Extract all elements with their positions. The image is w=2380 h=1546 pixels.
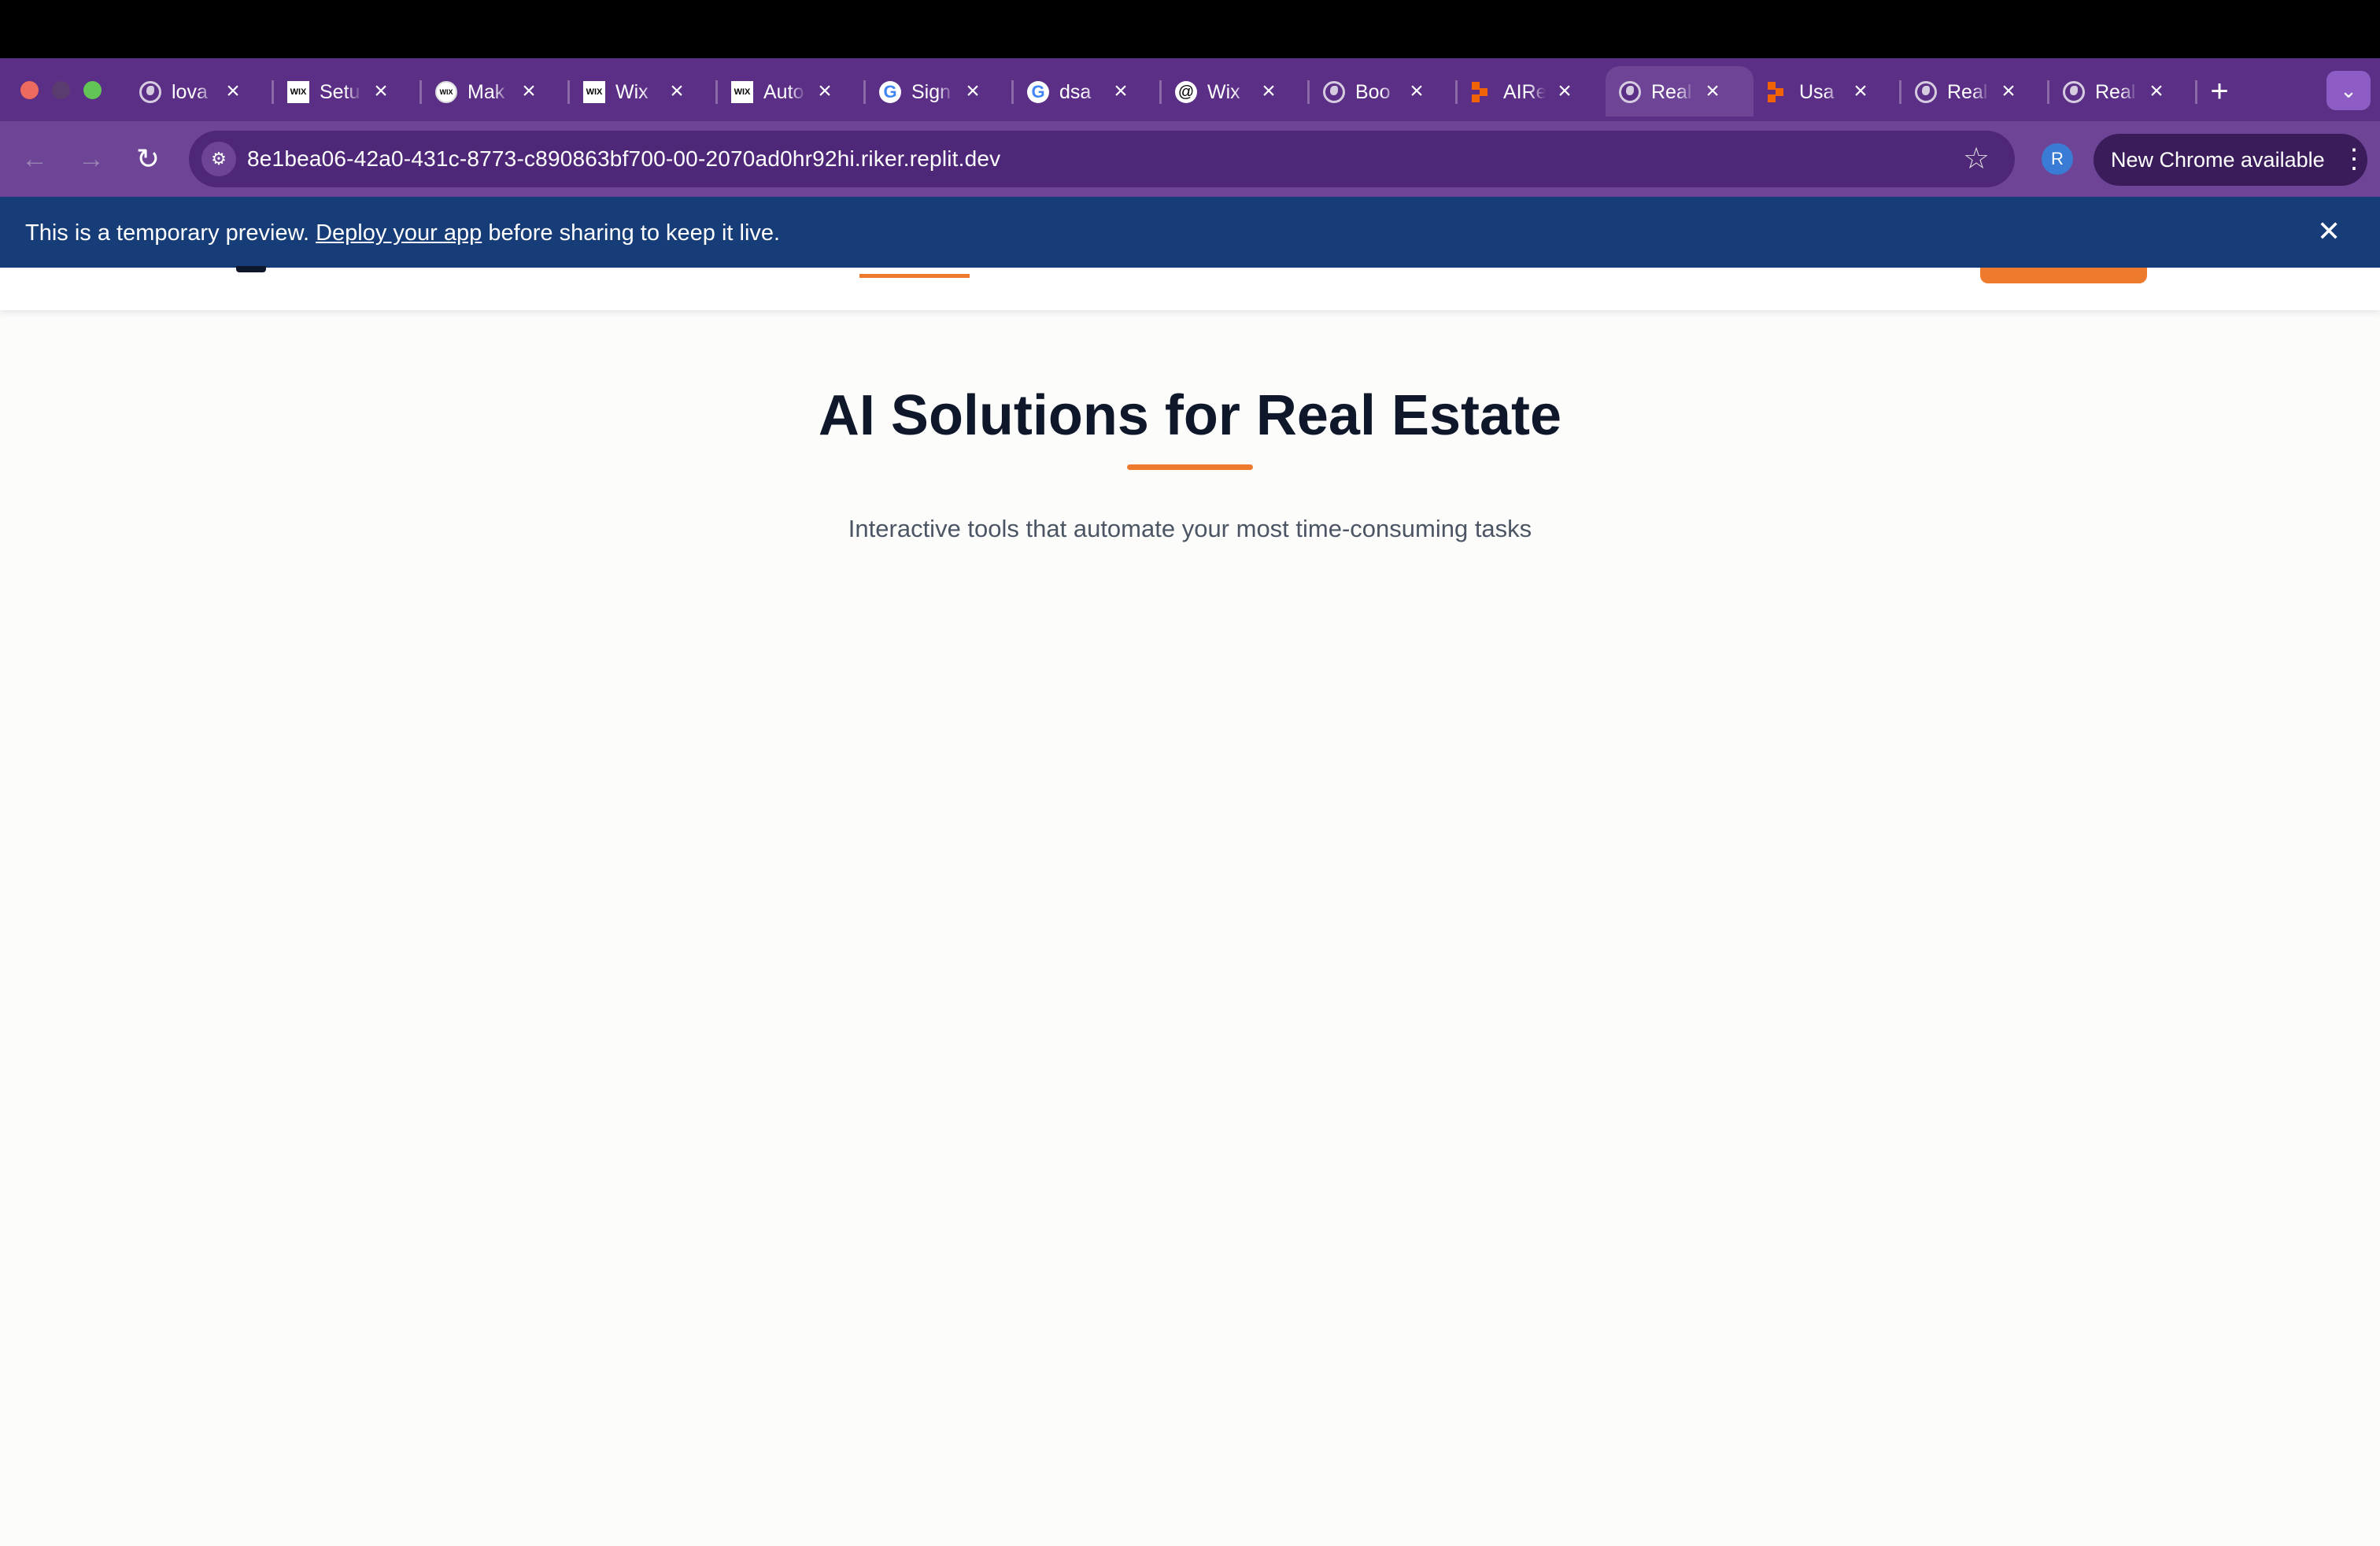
close-tab-icon[interactable]: × [1255,77,1283,105]
window-minimize-button[interactable] [52,81,70,99]
globe-icon [2062,80,2086,104]
globe-icon [139,80,162,104]
tab-title: Sign [911,81,952,103]
google-icon: G [878,80,902,104]
browser-tab[interactable]: Real × [1606,66,1754,117]
tab-title: Real [2095,81,2136,103]
close-tab-icon[interactable]: × [811,77,839,105]
close-tab-icon[interactable]: × [663,77,691,105]
tab-title: Usa [1799,81,1835,103]
tab-title: Boo [1355,81,1391,103]
system-top-bar [0,0,2380,58]
close-tab-icon[interactable]: × [1107,77,1135,105]
tab-separator [2195,80,2197,104]
browser-tab[interactable]: Real × [2049,66,2197,117]
tab-title: Setu [320,81,360,103]
close-tab-icon[interactable]: × [2142,77,2171,105]
profile-avatar[interactable]: R [2042,143,2073,175]
browser-tab[interactable]: Gdsa × [1014,66,1162,117]
globe-icon [1618,80,1642,104]
tab-title: Real [1651,81,1692,103]
bookmark-star-icon[interactable]: ☆ [1963,140,1990,178]
browser-tab[interactable]: Boo × [1310,66,1458,117]
close-tab-icon[interactable]: × [1846,77,1875,105]
site-info-icon[interactable]: ⚙ [201,142,236,176]
banner-text-before: This is a temporary preview. [25,220,316,246]
banner-text-after: before sharing to keep it live. [482,220,781,246]
back-button[interactable]: ← [17,142,52,176]
forward-button[interactable]: → [74,142,109,176]
chrome-update-button[interactable]: New Chrome available ⋮ [2094,134,2367,186]
close-tab-icon[interactable]: × [1402,77,1431,105]
wix-icon: WIX [582,80,606,104]
tab-title: Mak [468,81,505,103]
close-banner-icon[interactable]: ✕ [2317,214,2341,249]
browser-tab[interactable]: G Sign × [866,66,1014,117]
update-label: New Chrome available [2111,148,2325,172]
browser-tab[interactable]: Usa × [1754,66,1901,117]
close-tab-icon[interactable]: × [1698,77,1727,105]
google-icon: G [1026,80,1050,104]
close-tab-icon[interactable]: × [1550,77,1579,105]
browser-tab[interactable]: WIX Auto × [718,66,866,117]
browser-tab[interactable]: AIRe × [1458,66,1606,117]
close-tab-icon[interactable]: × [367,77,395,105]
browser-tab[interactable]: Real × [1901,66,2049,117]
browser-tab[interactable]: lova × [126,66,274,117]
tab-search-button[interactable]: ⌄ [2326,71,2371,110]
title-underline [1127,464,1253,470]
browser-tab[interactable]: WIX Wix × [570,66,718,117]
tab-title: Wix [1207,81,1240,103]
active-nav-indicator [859,274,970,278]
new-tab-button[interactable]: + [2201,72,2238,110]
header-cta-button[interactable] [1980,268,2147,283]
kebab-menu-icon[interactable]: ⋮ [2341,143,2367,175]
close-tab-icon[interactable]: × [219,77,247,105]
replit-icon [1766,80,1790,104]
browser-tab[interactable]: WIX Mak × [422,66,570,117]
tab-title: dsa [1059,81,1092,103]
banner-message: This is a temporary preview. Deploy your… [25,220,780,246]
wix-icon: WIX [286,80,310,104]
close-tab-icon[interactable]: × [515,77,543,105]
window-close-button[interactable] [20,81,39,99]
close-tab-icon[interactable]: × [1994,77,2023,105]
tab-title: AIRe [1503,81,1546,103]
site-logo[interactable] [236,266,266,272]
url-text[interactable]: 8e1bea06-42a0-431c-8773-c890863bf700-00-… [247,146,1000,172]
tab-title: Wix [615,81,649,103]
globe-icon [1914,80,1938,104]
tab-title: Real [1947,81,1988,103]
browser-tab[interactable]: @ Wix × [1162,66,1310,117]
spiral-icon: @ [1174,80,1198,104]
close-tab-icon[interactable]: × [959,77,987,105]
browser-tab[interactable]: WIX Setu × [274,66,422,117]
page-title: AI Solutions for Real Estate [818,384,1562,447]
tab-title: lova [172,81,208,103]
tab-title: Auto [763,81,804,103]
wix-circle-icon: WIX [434,80,458,104]
preview-banner: This is a temporary preview. Deploy your… [0,197,2380,268]
page-subtitle: Interactive tools that automate your mos… [848,515,1532,542]
deploy-app-link[interactable]: Deploy your app [316,220,482,246]
window-zoom-button[interactable] [83,81,102,99]
reload-button[interactable]: ↻ [131,142,165,176]
globe-icon [1322,80,1346,104]
wix-icon: WIX [730,80,754,104]
replit-icon [1470,80,1494,104]
